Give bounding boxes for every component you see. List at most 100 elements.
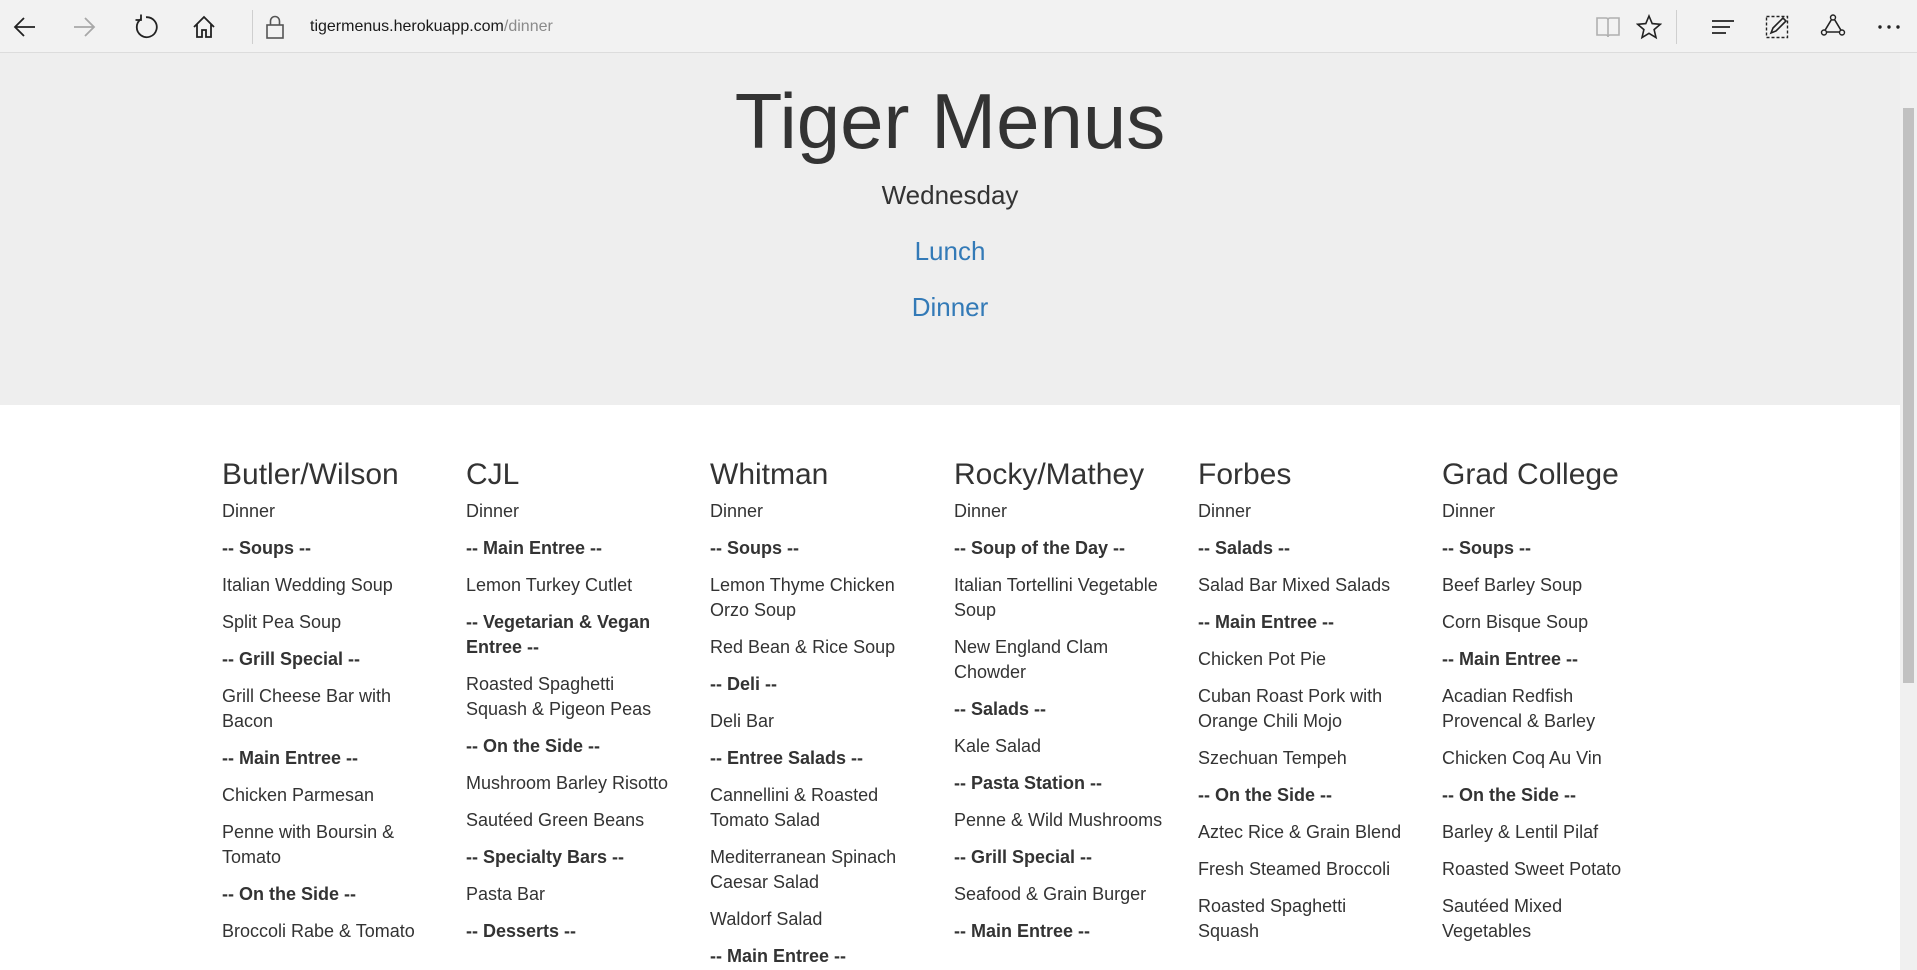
menu-item: Grill Cheese Bar with Bacon <box>222 686 392 731</box>
hall-meal-label: Dinner <box>222 501 276 521</box>
menu-item: Split Pea Soup <box>222 612 342 632</box>
menu-section-heading: -- Entree Salads -- <box>710 748 864 768</box>
menu-section-heading: -- Soups -- <box>222 538 311 558</box>
refresh-button[interactable] <box>126 8 164 46</box>
hall-column: CJL Dinner -- Main Entree -- Lemon Turkey… <box>466 457 676 956</box>
menu-section-heading: -- Main Entree -- <box>710 946 847 966</box>
menu-section-heading: -- Vegetarian & Vegan Entree -- <box>466 612 651 657</box>
menu-section-heading: -- Pasta Station -- <box>954 773 1103 793</box>
menu-section-heading: -- On the Side -- <box>1442 785 1576 805</box>
menu-item: Penne with Boursin & Tomato <box>222 822 395 867</box>
menu-item: Red Bean & Rice Soup <box>710 637 896 657</box>
forward-button[interactable] <box>65 8 103 46</box>
hall-name: Grad College <box>1442 458 1619 491</box>
reading-view-icon <box>1596 17 1620 38</box>
menu-item: Sautéed Green Beans <box>466 810 645 830</box>
reading-view-button[interactable] <box>1589 8 1627 46</box>
menu-item: Penne & Wild Mushrooms <box>954 810 1163 830</box>
web-note-icon <box>1765 15 1789 39</box>
hub-icon <box>1712 20 1734 34</box>
share-button[interactable] <box>1814 8 1852 46</box>
hall-name: CJL <box>466 458 520 491</box>
back-button[interactable] <box>6 8 44 46</box>
menu-item: Broccoli Rabe & Tomato <box>222 921 415 941</box>
menu-item: Roasted Spaghetti Squash & Pigeon Peas <box>466 674 652 719</box>
hall-meal-label: Dinner <box>954 501 1008 521</box>
menu-item: Roasted Spaghetti Squash <box>1198 896 1347 941</box>
more-icon <box>1878 25 1900 29</box>
menu-section-heading: -- On the Side -- <box>222 884 356 904</box>
forward-arrow-icon <box>74 17 96 37</box>
menu-section-heading: -- Main Entree -- <box>1198 612 1335 632</box>
menu-section-heading: -- Main Entree -- <box>466 538 603 558</box>
browser-toolbar: tigermenus.herokuapp.com/dinner <box>0 0 1917 53</box>
menu-item: New England Clam Chowder <box>954 637 1109 682</box>
menu-item: Waldorf Salad <box>710 909 823 929</box>
address-bar[interactable]: tigermenus.herokuapp.com/dinner <box>310 16 553 38</box>
more-button[interactable] <box>1870 8 1908 46</box>
menu-item: Pasta Bar <box>466 884 546 904</box>
page-title: Tiger Menus <box>734 77 1166 165</box>
hall-meal-label: Dinner <box>466 501 520 521</box>
menu-item: Seafood & Grain Burger <box>954 884 1147 904</box>
menu-section-heading: -- Salads -- <box>954 699 1047 719</box>
menu-list: -- Salads -- Salad Bar Mixed Salads -- Mai… <box>1198 536 1408 944</box>
menu-item: Aztec Rice & Grain Blend <box>1198 822 1402 842</box>
hall-name: Forbes <box>1198 458 1292 491</box>
menu-item: Acadian Redfish Provencal & Barley <box>1442 686 1596 731</box>
menu-item: Cuban Roast Pork with Orange Chili Mojo <box>1198 686 1383 731</box>
menu-list: -- Main Entree -- Lemon Turkey Cutlet -- V… <box>466 536 676 944</box>
menu-section-heading: -- Main Entree -- <box>954 921 1091 941</box>
menu-item: Cannellini & Roasted Tomato Salad <box>710 785 879 830</box>
menu-section-heading: -- Deli -- <box>710 674 777 694</box>
dinner-link[interactable]: Dinner <box>0 291 1900 323</box>
share-icon <box>1820 14 1846 36</box>
lunch-link[interactable]: Lunch <box>0 235 1900 267</box>
refresh-icon <box>135 14 158 39</box>
menu-item: Barley & Lentil Pilaf <box>1442 822 1599 842</box>
menu-item: Chicken Coq Au Vin <box>1442 748 1602 768</box>
menu-section-heading: -- Specialty Bars -- <box>466 847 625 867</box>
hall-column: Forbes Dinner -- Salads -- Salad Bar Mixe… <box>1198 457 1408 956</box>
menu-item: Chicken Parmesan <box>222 785 375 805</box>
menu-list: -- Soups -- Lemon Thyme Chicken Orzo Soup… <box>710 536 920 969</box>
hub-button[interactable] <box>1704 8 1742 46</box>
hall-meal-label: Dinner <box>710 501 764 521</box>
menu-item: Lemon Turkey Cutlet <box>466 575 633 595</box>
menu-item: Kale Salad <box>954 736 1042 756</box>
lock-icon <box>264 14 286 40</box>
home-icon <box>193 15 215 38</box>
hall-name: Rocky/Mathey <box>954 458 1145 491</box>
day-name: Wednesday <box>881 180 1019 210</box>
menu-section-heading: -- Salads -- <box>1198 538 1291 558</box>
menu-item: Fresh Steamed Broccoli <box>1198 859 1391 879</box>
menu-section-heading: -- On the Side -- <box>466 736 600 756</box>
hall-meal-label: Dinner <box>1442 501 1496 521</box>
hall-column: Whitman Dinner -- Soups -- Lemon Thyme Ch… <box>710 457 920 970</box>
menu-item: Corn Bisque Soup <box>1442 612 1589 632</box>
menu-item: Roasted Sweet Potato <box>1442 859 1622 879</box>
toolbar-divider <box>1676 10 1677 44</box>
menu-section-heading: -- Main Entree -- <box>222 748 359 768</box>
web-note-button[interactable] <box>1758 8 1796 46</box>
home-button[interactable] <box>185 8 223 46</box>
menu-item: Deli Bar <box>710 711 775 731</box>
favorite-button[interactable] <box>1630 8 1668 46</box>
hall-name: Butler/Wilson <box>222 458 399 491</box>
menu-list: -- Soups -- Italian Wedding Soup Split Pea… <box>222 536 432 944</box>
menu-item: Lemon Thyme Chicken Orzo Soup <box>710 575 895 620</box>
menu-list: -- Soup of the Day -- Italian Tortellini … <box>954 536 1164 944</box>
menu-item: Italian Tortellini Vegetable Soup <box>954 575 1158 620</box>
vertical-scrollbar[interactable] <box>1900 53 1917 970</box>
menu-item: Salad Bar Mixed Salads <box>1198 575 1391 595</box>
scrollbar-thumb[interactable] <box>1903 108 1914 683</box>
menu-section-heading: -- Grill Special -- <box>222 649 361 669</box>
back-arrow-icon <box>13 17 35 37</box>
menu-section-heading: -- Grill Special -- <box>954 847 1093 867</box>
menu-item: Italian Wedding Soup <box>222 575 393 595</box>
menu-list: -- Soups -- Beef Barley Soup Corn Bisque S… <box>1442 536 1652 944</box>
menu-section-heading: -- On the Side -- <box>1198 785 1332 805</box>
menu-item: Chicken Pot Pie <box>1198 649 1327 669</box>
page-viewport: Tiger Menus Wednesday Lunch Dinner Butle… <box>0 53 1900 970</box>
star-icon <box>1636 14 1662 40</box>
